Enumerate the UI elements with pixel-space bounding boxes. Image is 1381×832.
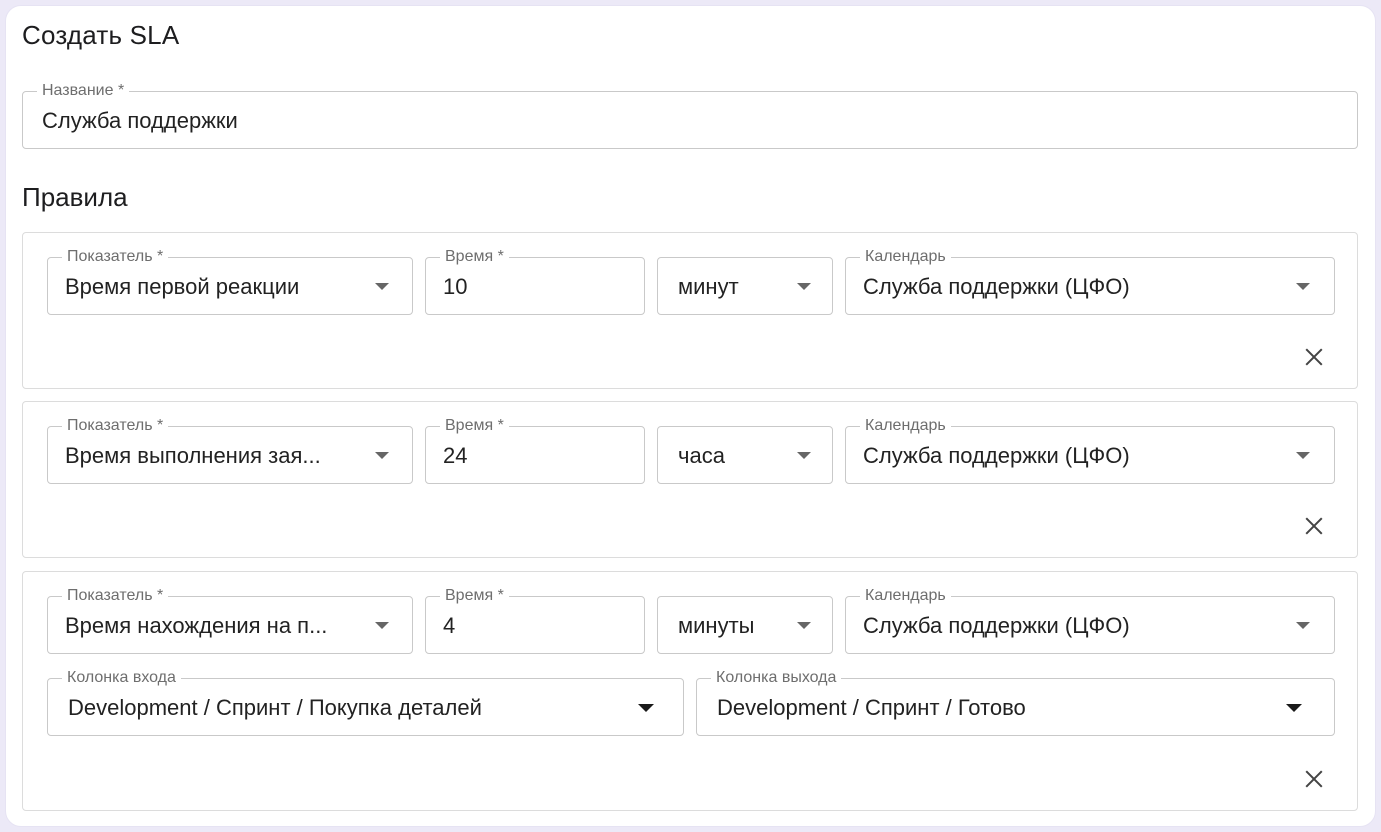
time-label: Время * xyxy=(440,586,509,606)
caret-down-icon xyxy=(1286,704,1302,712)
caret-down-icon xyxy=(638,704,654,712)
indicator-value: Время нахождения на п... xyxy=(65,613,328,638)
rule-card: Показатель * Время первой реакции Время … xyxy=(22,232,1358,389)
unit-value: минут xyxy=(678,274,739,299)
time-value: 4 xyxy=(443,613,456,638)
calendar-label: Календарь xyxy=(860,586,951,606)
page-title: Создать SLA xyxy=(22,20,180,50)
indicator-label: Показатель * xyxy=(62,416,169,436)
time-value: 10 xyxy=(443,274,468,299)
close-icon[interactable] xyxy=(1302,345,1326,369)
close-icon[interactable] xyxy=(1302,767,1326,791)
exit-column-select[interactable]: Колонка выхода Development / Спринт / Го… xyxy=(696,668,1335,736)
calendar-select[interactable]: Календарь Служба поддержки (ЦФО) xyxy=(845,247,1335,315)
close-icon[interactable] xyxy=(1302,514,1326,538)
entry-column-value: Development / Спринт / Покупка деталей xyxy=(68,695,482,720)
name-field-label: Название * xyxy=(37,81,130,101)
calendar-label: Календарь xyxy=(860,416,951,436)
caret-down-icon xyxy=(1296,622,1310,629)
exit-column-label: Колонка выхода xyxy=(711,668,842,688)
unit-select[interactable]: минут xyxy=(657,257,833,315)
caret-down-icon xyxy=(797,283,811,290)
caret-down-icon xyxy=(797,622,811,629)
calendar-value: Служба поддержки (ЦФО) xyxy=(863,443,1130,468)
calendar-select[interactable]: Календарь Служба поддержки (ЦФО) xyxy=(845,416,1335,484)
indicator-value: Время первой реакции xyxy=(65,274,300,299)
unit-select[interactable]: часа xyxy=(657,426,833,484)
caret-down-icon xyxy=(1296,283,1310,290)
time-label: Время * xyxy=(440,416,509,436)
indicator-select[interactable]: Показатель * Время первой реакции xyxy=(47,247,413,315)
caret-down-icon xyxy=(375,452,389,459)
unit-value: часа xyxy=(678,443,725,468)
unit-select[interactable]: минуты xyxy=(657,596,833,654)
indicator-label: Показатель * xyxy=(62,586,169,606)
indicator-value: Время выполнения зая... xyxy=(65,443,321,468)
caret-down-icon xyxy=(1296,452,1310,459)
rule-card: Показатель * Время выполнения зая... Вре… xyxy=(22,401,1358,558)
time-input[interactable]: Время * 4 xyxy=(425,586,645,654)
time-label: Время * xyxy=(440,247,509,267)
indicator-select[interactable]: Показатель * Время нахождения на п... xyxy=(47,586,413,654)
caret-down-icon xyxy=(375,622,389,629)
caret-down-icon xyxy=(375,283,389,290)
name-field[interactable]: Название * Служба поддержки xyxy=(22,81,1358,149)
time-input[interactable]: Время * 24 xyxy=(425,416,645,484)
rule-card: Показатель * Время нахождения на п... Вр… xyxy=(22,571,1358,811)
indicator-label: Показатель * xyxy=(62,247,169,267)
rules-title: Правила xyxy=(22,182,128,212)
calendar-label: Календарь xyxy=(860,247,951,267)
calendar-select[interactable]: Календарь Служба поддержки (ЦФО) xyxy=(845,586,1335,654)
calendar-value: Служба поддержки (ЦФО) xyxy=(863,613,1130,638)
create-sla-dialog: Создать SLA Название * Служба поддержки … xyxy=(5,5,1376,827)
caret-down-icon xyxy=(797,452,811,459)
exit-column-value: Development / Спринт / Готово xyxy=(717,695,1026,720)
name-field-value: Служба поддержки xyxy=(42,108,238,133)
time-input[interactable]: Время * 10 xyxy=(425,247,645,315)
entry-column-select[interactable]: Колонка входа Development / Спринт / Пок… xyxy=(47,668,684,736)
indicator-select[interactable]: Показатель * Время выполнения зая... xyxy=(47,416,413,484)
calendar-value: Служба поддержки (ЦФО) xyxy=(863,274,1130,299)
time-value: 24 xyxy=(443,443,468,468)
unit-value: минуты xyxy=(678,613,755,638)
entry-column-label: Колонка входа xyxy=(62,668,181,688)
